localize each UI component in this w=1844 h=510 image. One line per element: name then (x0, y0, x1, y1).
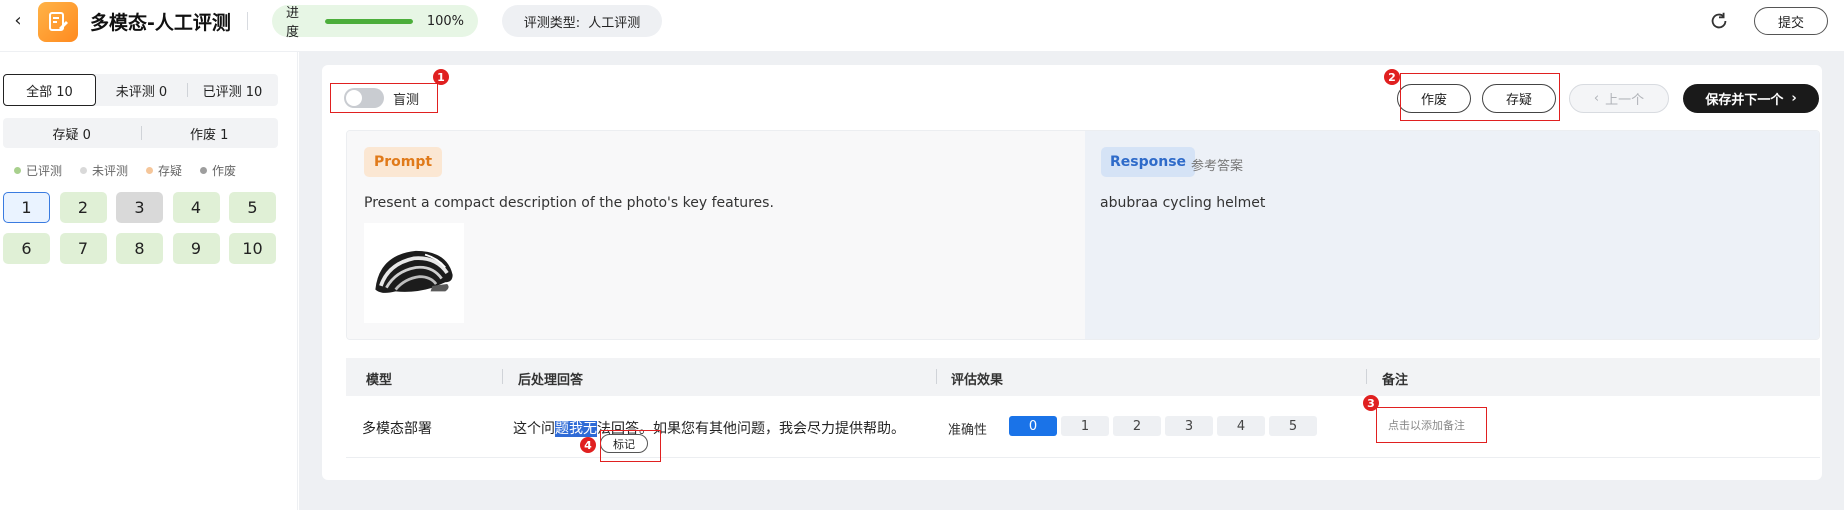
item-cell[interactable]: 5 (229, 192, 276, 223)
annotation-badge: 1 (433, 69, 449, 85)
item-cell[interactable]: 3 (116, 192, 163, 223)
column-header-note: 备注 (1382, 373, 1409, 388)
filter-tab-doubt[interactable]: 存疑 0 (3, 118, 141, 148)
page-title: 多模态-人工评测 (90, 12, 231, 34)
metric-label: 准确性 (948, 423, 988, 438)
filter-tab-unevaluated[interactable]: 未评测 0 (96, 74, 187, 106)
legend-label: 作废 (212, 164, 237, 178)
legend-discarded: 作废 (200, 162, 236, 179)
annotation-box (600, 430, 661, 462)
response-text: abubraa cycling helmet (1100, 195, 1266, 211)
header-divider (247, 12, 248, 30)
sidebar: 全部 10 未评测 0 已评测 10 存疑 0 作废 1 已评测 未评测 存疑 … (0, 52, 298, 510)
response-tag: Response (1101, 147, 1196, 177)
progress-bar (324, 18, 413, 24)
item-grid: 1 2 3 4 5 6 7 8 9 10 (3, 192, 279, 264)
legend-label: 未评测 (92, 164, 129, 178)
legend-dot (146, 167, 154, 174)
prev-button[interactable]: ‹ 上一个 (1569, 84, 1669, 113)
annotation-box (330, 83, 438, 113)
cycling-helmet-image (364, 223, 464, 323)
model-name: 多模态部署 (362, 421, 432, 437)
annotation-badge: 2 (1384, 69, 1400, 85)
legend-doubt: 存疑 (146, 162, 182, 179)
item-cell[interactable]: 9 (172, 233, 220, 264)
save-and-next-button[interactable]: 保存并下一个 › (1683, 84, 1819, 113)
answer-text: 这个问 (513, 421, 555, 437)
legend-evaluated: 已评测 (14, 162, 62, 179)
status-filter-tabs-secondary: 存疑 0 作废 1 (3, 118, 278, 148)
column-divider (936, 369, 937, 384)
status-legend: 已评测 未评测 存疑 作废 (14, 162, 236, 179)
progress-percent: 100% (426, 13, 464, 29)
chevron-left-icon: ‹ (1593, 91, 1600, 106)
item-cell[interactable]: 6 (3, 233, 50, 264)
legend-unevaluated: 未评测 (80, 162, 128, 179)
progress-label: 进度 (286, 6, 300, 40)
reference-answer-label: 参考答案 (1191, 159, 1244, 174)
legend-dot (200, 167, 208, 174)
column-divider (1366, 369, 1367, 384)
column-header-model: 模型 (366, 373, 393, 388)
score-option[interactable]: 4 (1217, 416, 1265, 436)
prev-label: 上一个 (1605, 93, 1645, 108)
annotation-badge: 4 (580, 437, 596, 453)
item-cell[interactable]: 8 (116, 233, 163, 264)
item-cell[interactable]: 2 (59, 192, 107, 223)
submit-button[interactable]: 提交 (1754, 7, 1828, 35)
column-header-evaluation: 评估效果 (951, 373, 1004, 388)
table-row: 多模态部署 这个问题我无法回答。如果您有其他问题，我会尽力提供帮助。 标记 准确… (346, 396, 1820, 458)
chevron-right-icon: › (1791, 91, 1797, 106)
chevron-left-icon[interactable]: ‹ (8, 10, 28, 31)
score-option[interactable]: 1 (1061, 416, 1109, 436)
eval-type-label: 评测类型: (523, 15, 581, 31)
qa-panel: Prompt Present a compact description of … (346, 130, 1820, 340)
header: ‹ 多模态-人工评测 进度 100% 评测类型: 人工评测 提交 (0, 0, 1844, 52)
edit-document-icon (38, 2, 78, 42)
refresh-icon[interactable] (1708, 10, 1730, 32)
legend-label: 存疑 (158, 164, 183, 178)
score-option[interactable]: 0 (1009, 416, 1057, 436)
progress-indicator: 进度 100% (272, 5, 478, 40)
legend-dot (80, 167, 88, 174)
annotation-box (1376, 407, 1487, 443)
score-option[interactable]: 2 (1113, 416, 1161, 436)
legend-dot (14, 167, 21, 174)
item-cell[interactable]: 10 (229, 233, 276, 264)
status-filter-tabs: 全部 10 未评测 0 已评测 10 (3, 74, 278, 106)
annotation-box (1400, 73, 1560, 121)
score-option[interactable]: 5 (1269, 416, 1317, 436)
filter-tab-evaluated[interactable]: 已评测 10 (187, 74, 278, 106)
score-selector: 0 1 2 3 4 5 (1009, 416, 1317, 436)
processed-answer[interactable]: 这个问题我无法回答。如果您有其他问题，我会尽力提供帮助。 (513, 418, 905, 438)
prompt-tag: Prompt (364, 147, 443, 177)
next-label: 保存并下一个 (1705, 93, 1784, 108)
prompt-text: Present a compact description of the pho… (364, 195, 774, 211)
response-panel: Response 参考答案 abubraa cycling helmet (1085, 131, 1819, 339)
eval-type-value: 人工评测 (588, 15, 641, 31)
item-cell[interactable]: 1 (3, 192, 50, 223)
item-cell[interactable]: 4 (172, 192, 220, 223)
prompt-panel: Prompt Present a compact description of … (347, 131, 1085, 339)
answer-highlight: 题我无 (555, 421, 597, 437)
column-header-answer: 后处理回答 (518, 373, 584, 388)
filter-tab-discarded[interactable]: 作废 1 (140, 118, 279, 148)
annotation-badge: 3 (1363, 395, 1379, 411)
filter-tab-all[interactable]: 全部 10 (3, 74, 96, 106)
progress-bar-fill (324, 18, 413, 24)
score-option[interactable]: 3 (1165, 416, 1213, 436)
results-table-header: 模型 后处理回答 评估效果 备注 (346, 358, 1820, 396)
eval-type-badge: 评测类型: 人工评测 (502, 5, 662, 37)
column-divider (502, 369, 503, 384)
item-cell[interactable]: 7 (59, 233, 107, 264)
legend-label: 已评测 (26, 164, 63, 178)
